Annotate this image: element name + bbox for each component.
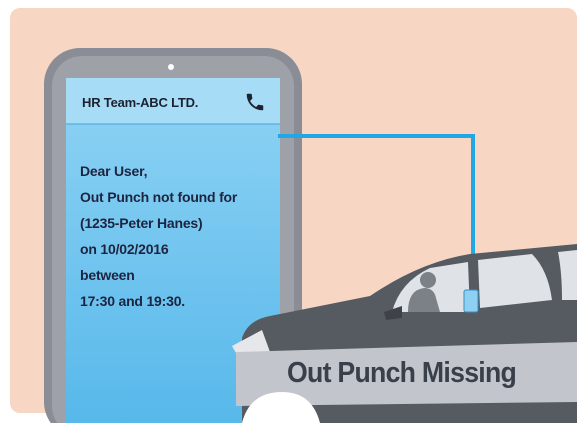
illustration: HR Team-ABC LTD. Dear User, Out Punch no…: [0, 0, 577, 423]
driver-phone: [463, 289, 479, 313]
message-line: Dear User,: [80, 163, 148, 179]
driver-head: [420, 272, 436, 288]
message-line: (1235-Peter Hanes): [80, 215, 203, 231]
sms-message: Dear User, Out Punch not found for (1235…: [80, 158, 280, 314]
sender-title: HR Team-ABC LTD.: [82, 94, 199, 110]
phone-camera-dot: [168, 64, 174, 70]
message-line: on 10/02/2016: [80, 241, 169, 257]
banner-title: Out Punch Missing: [287, 357, 517, 389]
phone-icon: [246, 93, 264, 111]
message-line: between: [80, 267, 135, 283]
message-line: 17:30 and 19:30.: [80, 293, 185, 309]
phone-header: HR Team-ABC LTD.: [68, 80, 278, 124]
message-line: Out Punch not found for: [80, 189, 238, 205]
